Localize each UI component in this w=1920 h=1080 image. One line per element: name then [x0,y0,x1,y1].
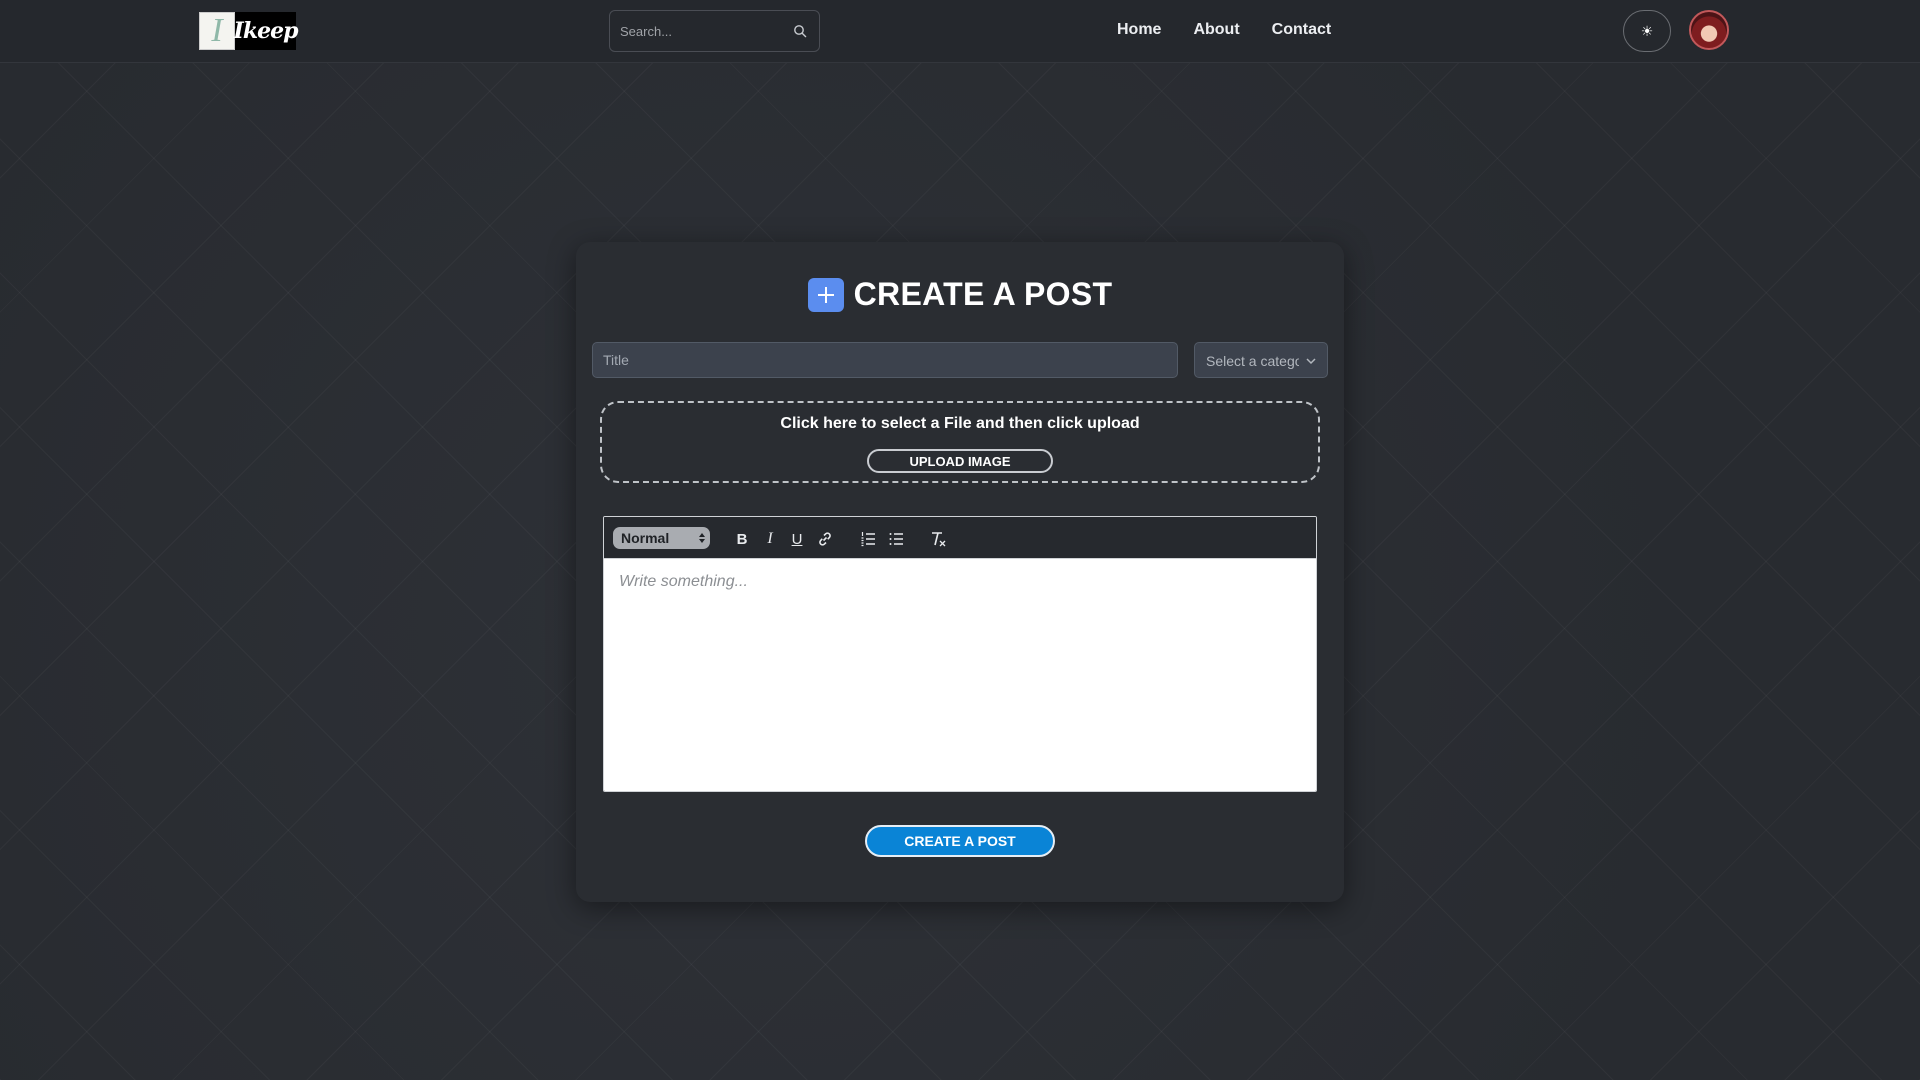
editor-content[interactable]: Write something... [604,559,1316,791]
title-input[interactable] [592,342,1178,378]
format-select[interactable]: Normal [613,527,710,549]
editor-placeholder: Write something... [619,573,748,590]
navbar: I Ikeep Home About Contact ☀ [0,0,1920,63]
nav-link-home[interactable]: Home [1117,21,1161,39]
file-dropzone[interactable]: Click here to select a File and then cli… [600,401,1320,483]
upload-image-button[interactable]: UPLOAD IMAGE [867,449,1053,473]
site-logo[interactable]: I Ikeep [199,12,299,50]
card-header: CREATE A POST [576,276,1344,313]
create-post-button[interactable]: CREATE A POST [865,825,1055,857]
ordered-list-icon [861,532,875,547]
create-post-card: CREATE A POST Select a category Click he… [576,242,1344,902]
theme-toggle-button[interactable]: ☀ [1623,10,1671,52]
sun-icon: ☀ [1640,22,1654,39]
logo-mark: I [199,12,235,50]
underline-button[interactable]: U [787,529,807,549]
search-input[interactable] [620,21,780,41]
nav-links: Home About Contact [1117,21,1363,39]
bold-button[interactable]: B [732,529,752,549]
page-title: CREATE A POST [853,276,1113,312]
link-icon [819,532,831,546]
plus-icon [807,277,844,312]
rich-text-editor: Normal B I U Write something... [603,516,1317,792]
italic-button[interactable]: I [760,529,780,549]
user-avatar[interactable] [1689,10,1729,50]
editor-toolbar: Normal B I U [604,517,1316,559]
category-select-value: Select a category [1206,353,1299,369]
bullet-list-icon [889,533,903,545]
chevron-down-icon [1306,358,1316,365]
search-box [609,10,820,52]
updown-arrows-icon [699,533,705,543]
nav-link-contact[interactable]: Contact [1272,21,1332,39]
format-select-value: Normal [621,530,670,546]
ordered-list-button[interactable] [858,529,878,549]
upload-instruction: Click here to select a File and then cli… [780,415,1140,432]
search-icon[interactable] [793,24,807,38]
clear-format-button[interactable] [929,529,949,549]
logo-wordmark: Ikeep [234,12,298,50]
nav-link-about[interactable]: About [1193,21,1239,39]
category-select[interactable]: Select a category [1194,342,1328,378]
link-button[interactable] [815,529,835,549]
bullet-list-button[interactable] [886,529,906,549]
clear-format-icon [932,532,946,547]
